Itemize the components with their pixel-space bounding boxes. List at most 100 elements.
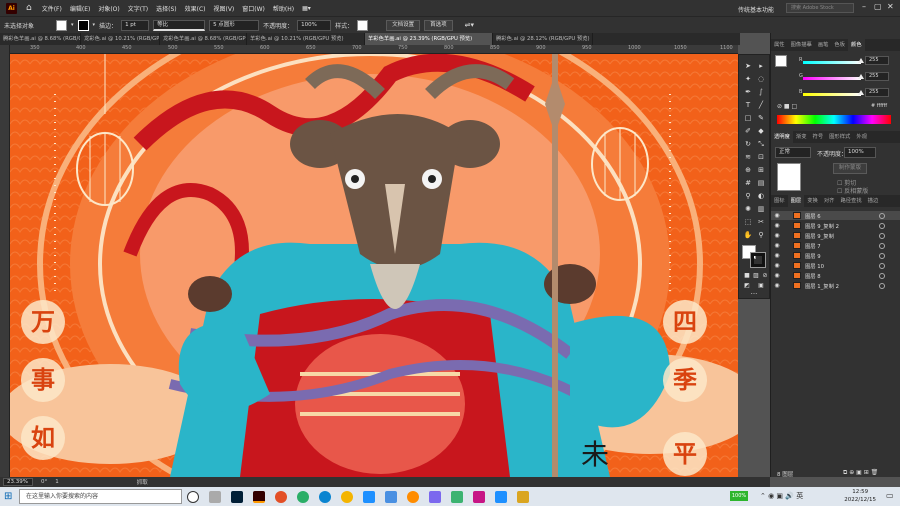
g-slider[interactable] bbox=[803, 74, 864, 80]
layer-row[interactable]: ◉ 图层 6 bbox=[771, 211, 900, 220]
eyedropper-icon[interactable]: ⚲ bbox=[743, 191, 753, 201]
app-icon[interactable] bbox=[473, 490, 485, 503]
app-icon[interactable] bbox=[407, 490, 419, 503]
task-view-icon[interactable] bbox=[209, 490, 221, 503]
app-icon[interactable] bbox=[429, 490, 441, 503]
target-circle-icon[interactable] bbox=[879, 212, 885, 219]
app-icon[interactable] bbox=[451, 490, 463, 503]
visibility-eye-icon[interactable]: ◉ bbox=[771, 282, 783, 289]
rotation-value[interactable]: 0° bbox=[41, 479, 47, 485]
minimize-icon[interactable]: – bbox=[862, 2, 866, 11]
paintbrush-icon[interactable]: ✎ bbox=[756, 113, 766, 123]
none-mode-icon[interactable]: ⊘ bbox=[760, 271, 770, 281]
r-slider[interactable] bbox=[803, 58, 864, 64]
layer-row[interactable]: ◉ 图层 8 bbox=[771, 271, 900, 280]
direct-selection-tool-icon[interactable]: ▸ bbox=[756, 61, 766, 71]
rotate-tool-icon[interactable]: ↻ bbox=[743, 139, 753, 149]
fill-dropdown-icon[interactable]: ▾ bbox=[71, 22, 74, 28]
warp-tool-icon[interactable]: ≋ bbox=[743, 152, 753, 162]
color-spectrum[interactable] bbox=[777, 115, 891, 124]
visibility-eye-icon[interactable]: ◉ bbox=[771, 272, 783, 279]
stock-search-input[interactable]: 搜索 Adobe Stock bbox=[786, 3, 854, 13]
brush-select[interactable]: 5 点圆形 bbox=[209, 19, 260, 31]
perspective-grid-icon[interactable]: ⊞ bbox=[756, 165, 766, 175]
hand-tool-icon[interactable]: ✋ bbox=[743, 230, 753, 240]
target-circle-icon[interactable] bbox=[879, 222, 885, 229]
vertical-ruler[interactable] bbox=[0, 45, 10, 477]
symbol-sprayer-icon[interactable]: ✺ bbox=[743, 204, 753, 214]
transparency-opacity-field[interactable]: 100% bbox=[844, 147, 876, 158]
tab-swatches[interactable]: 色板 bbox=[831, 39, 848, 51]
stroke-color-box[interactable] bbox=[750, 252, 766, 268]
layer-row[interactable]: ◉ 图层 7 bbox=[771, 241, 900, 250]
menu-help[interactable]: 帮助(H) bbox=[269, 4, 298, 13]
menu-view[interactable]: 视图(V) bbox=[209, 4, 238, 13]
arrange-icon[interactable]: ⇌▾ bbox=[465, 21, 474, 29]
workspace-switcher[interactable]: 传统基本功能 bbox=[738, 5, 774, 14]
tray-icons[interactable]: ⌃ ◉ ▣ 🔊 英 bbox=[760, 491, 803, 501]
app-icon[interactable] bbox=[385, 490, 397, 503]
tab-graphic-styles[interactable]: 图形样式 bbox=[826, 131, 853, 143]
column-graph-icon[interactable]: ▥ bbox=[756, 204, 766, 214]
horizontal-ruler[interactable]: 350 400 450 500 550 600 650 700 750 800 850 900 950 1… bbox=[10, 45, 738, 54]
tab-align[interactable]: 对齐 bbox=[821, 195, 838, 207]
blend-mode-select[interactable]: 正常 bbox=[775, 147, 811, 158]
arrange-documents-icon[interactable]: ▦▾ bbox=[298, 5, 315, 12]
b-value[interactable]: 255 bbox=[865, 88, 889, 97]
shaper-tool-icon[interactable]: ✐ bbox=[743, 126, 753, 136]
tab-doc-5[interactable]: 羊彩色羊画.ai @ 23.39% (RGB/GPU 预览) bbox=[365, 33, 493, 45]
tab-properties[interactable]: 属性 bbox=[771, 39, 788, 51]
blend-tool-icon[interactable]: ◐ bbox=[756, 191, 766, 201]
tab-doc-2[interactable]: 龙彩色.ai @ 10.21% (RGB/GPU 预览) bbox=[81, 33, 160, 45]
make-mask-button[interactable]: 制作蒙版 bbox=[833, 163, 868, 174]
tab-doc-4[interactable]: 羊彩色.ai @ 10.21% (RGB/GPU 预览) bbox=[247, 33, 365, 45]
g-value[interactable]: 255 bbox=[865, 72, 889, 81]
target-circle-icon[interactable] bbox=[879, 262, 885, 269]
notification-icon[interactable]: ▭ bbox=[886, 491, 894, 500]
menu-edit[interactable]: 编辑(E) bbox=[66, 4, 94, 13]
fill-swatch[interactable] bbox=[56, 19, 68, 31]
tab-stroke[interactable]: 描边 bbox=[865, 195, 882, 207]
target-circle-icon[interactable] bbox=[879, 252, 885, 259]
tab-doc-6[interactable]: 腾彩色.ai @ 28.12% (RGB/GPU 预览) bbox=[493, 33, 593, 45]
cortana-icon[interactable] bbox=[187, 490, 199, 503]
selection-tool-icon[interactable]: ➤ bbox=[743, 61, 753, 71]
browser-icon[interactable] bbox=[275, 490, 287, 503]
pen-tool-icon[interactable]: ✒ bbox=[743, 87, 753, 97]
menu-object[interactable]: 对象(O) bbox=[94, 4, 123, 13]
tab-layers[interactable]: 图层 bbox=[787, 195, 805, 207]
layer-row[interactable]: ◉ 图层 1_复制 2 bbox=[771, 281, 900, 290]
visibility-eye-icon[interactable]: ◉ bbox=[771, 242, 783, 249]
tab-image-trace[interactable]: 图像描摹 bbox=[788, 39, 815, 51]
line-tool-icon[interactable]: ╱ bbox=[756, 100, 766, 110]
layer-row[interactable]: ◉ 图层 9_复制 bbox=[771, 231, 900, 240]
hex-field[interactable]: # ffffff bbox=[871, 103, 887, 109]
free-transform-icon[interactable]: ⊡ bbox=[756, 152, 766, 162]
maximize-icon[interactable]: ▢ bbox=[874, 2, 882, 11]
magic-wand-icon[interactable]: ✦ bbox=[743, 74, 753, 84]
none-swatch-icon[interactable]: ⊘ ■ □ bbox=[777, 103, 797, 110]
g-slider-knob[interactable] bbox=[858, 74, 864, 79]
layer-row[interactable]: ◉ 图层 10 bbox=[771, 261, 900, 270]
target-circle-icon[interactable] bbox=[879, 242, 885, 249]
home-icon[interactable]: ⌂ bbox=[26, 3, 32, 13]
tab-color[interactable]: 颜色 bbox=[848, 39, 865, 51]
preferences-button[interactable]: 首选项 bbox=[424, 19, 453, 31]
stroke-weight-field[interactable]: 1 pt bbox=[121, 19, 150, 31]
tab-transparency[interactable]: 透明度 bbox=[771, 131, 793, 143]
curvature-tool-icon[interactable]: ∫ bbox=[756, 87, 766, 97]
visibility-eye-icon[interactable]: ◉ bbox=[771, 232, 783, 239]
target-circle-icon[interactable] bbox=[879, 272, 885, 279]
artboard-number[interactable]: 1 bbox=[55, 479, 59, 485]
artboard-canvas[interactable]: 万 事 如 四 季 平 未 bbox=[10, 54, 738, 477]
target-circle-icon[interactable] bbox=[879, 232, 885, 239]
layer-row[interactable]: ◉ 图层 9_复制 2 bbox=[771, 221, 900, 230]
menu-select[interactable]: 选择(S) bbox=[152, 4, 181, 13]
zoom-field[interactable]: 23.39% bbox=[3, 478, 33, 486]
wechat-icon[interactable] bbox=[297, 490, 309, 503]
b-slider[interactable] bbox=[803, 90, 864, 96]
zoom-tool-icon[interactable]: ⚲ bbox=[756, 230, 766, 240]
tab-brushes[interactable]: 画笔 bbox=[815, 39, 832, 51]
document-setup-button[interactable]: 文档设置 bbox=[386, 19, 421, 31]
stroke-profile-select[interactable]: 等比 bbox=[153, 19, 206, 31]
